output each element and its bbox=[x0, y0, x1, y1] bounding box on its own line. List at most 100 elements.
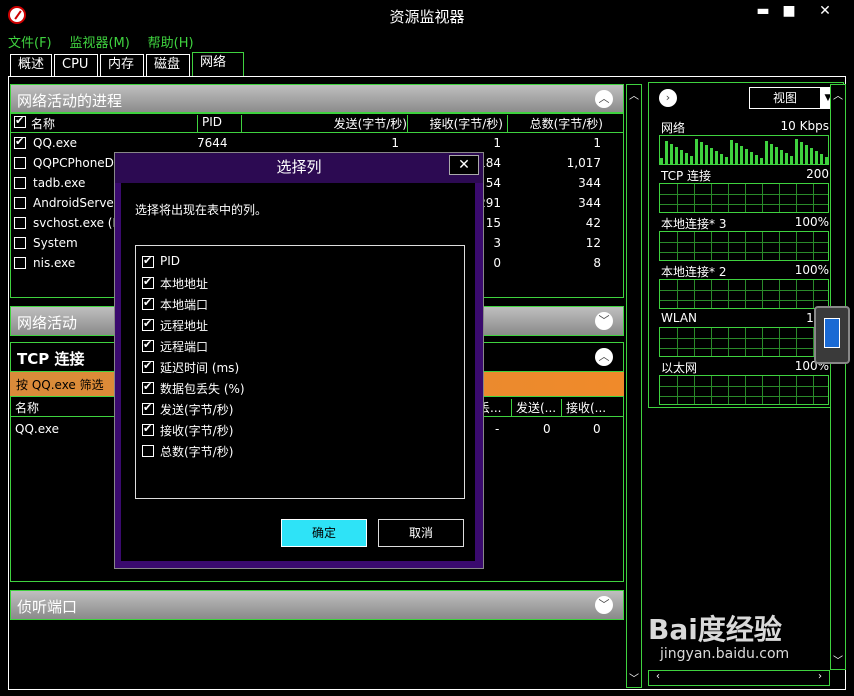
column-option-checkbox[interactable] bbox=[142, 422, 154, 436]
column-option-checkbox[interactable] bbox=[142, 254, 154, 268]
dialog-title: 选择列 bbox=[115, 153, 483, 183]
cancel-button[interactable]: 取消 bbox=[378, 519, 464, 547]
column-option-checkbox[interactable] bbox=[142, 445, 154, 457]
select-all-checkbox[interactable] bbox=[14, 114, 26, 128]
process-total: 344 bbox=[578, 176, 601, 190]
tab-disk[interactable]: 磁盘 bbox=[146, 54, 191, 76]
column-option-label: 接收(字节/秒) bbox=[160, 424, 234, 438]
graph-label: WLAN bbox=[661, 311, 698, 325]
scroll-right-icon[interactable]: › bbox=[813, 671, 827, 682]
processes-columns: 名称 PID 发送(字节/秒) 接收(字节/秒) 总数(字节/秒) bbox=[11, 113, 623, 133]
column-option-label: 数据包丢失 (%) bbox=[160, 382, 245, 396]
column-option-checkbox[interactable] bbox=[142, 359, 154, 373]
col-recv[interactable]: 接收(字节/秒) bbox=[407, 115, 503, 133]
listening-header[interactable]: 侦听端口 ﹀ bbox=[10, 590, 624, 620]
menu-file[interactable]: 文件(F) bbox=[8, 32, 52, 51]
process-total: 42 bbox=[585, 216, 601, 230]
column-option-label: 发送(字节/秒) bbox=[160, 403, 234, 417]
process-row[interactable]: QQ.exe 7644 1 1 1 bbox=[11, 133, 623, 153]
column-option-checkbox[interactable] bbox=[142, 401, 154, 415]
tcp-col-name[interactable]: 名称 bbox=[15, 399, 39, 416]
tcp-col-send[interactable]: 发送(... bbox=[511, 399, 561, 417]
graph-label: 以太网 bbox=[661, 361, 698, 375]
process-checkbox[interactable] bbox=[14, 157, 26, 169]
column-option-label: 总数(字节/秒) bbox=[160, 445, 234, 459]
column-option-label: PID bbox=[160, 254, 181, 268]
column-option-checkbox[interactable] bbox=[142, 275, 154, 289]
column-option-checkbox[interactable] bbox=[142, 338, 154, 352]
processes-header[interactable]: 网络活动的进程 ︿ bbox=[10, 84, 624, 114]
process-total: 344 bbox=[578, 196, 601, 210]
dialog-prompt: 选择将出现在表中的列。 bbox=[135, 203, 268, 217]
menu-monitor[interactable]: 监视器(M) bbox=[69, 32, 129, 51]
graph-item: 网络 10 Kbps bbox=[649, 113, 843, 165]
collapse-icon[interactable]: ︿ bbox=[595, 90, 613, 108]
column-option-label: 远程地址 bbox=[160, 319, 209, 333]
scroll-up-icon[interactable]: ︿ bbox=[831, 87, 845, 102]
scroll-down-icon[interactable]: ﹀ bbox=[831, 652, 845, 667]
dialog-body: 选择将出现在表中的列。 PID 本地地址本地端口远程地址远程端口延迟时间 (ms)… bbox=[121, 183, 475, 561]
tab-network[interactable]: 网络 bbox=[192, 52, 245, 76]
tcp-col-recv[interactable]: 接收(... bbox=[561, 399, 611, 417]
graph-value: 100% bbox=[794, 263, 829, 277]
listening-title: 侦听端口 bbox=[17, 598, 78, 616]
scroll-up-icon[interactable]: ︿ bbox=[627, 87, 641, 102]
expand-icon[interactable]: ﹀ bbox=[595, 596, 613, 614]
process-total: 8 bbox=[593, 256, 601, 270]
baidu-watermark: Bai度经验 jingyan.baidu.com bbox=[648, 604, 828, 664]
graph-label: 网络 bbox=[661, 121, 686, 135]
process-checkbox[interactable] bbox=[14, 257, 26, 269]
tab-memory[interactable]: 内存 bbox=[100, 54, 145, 76]
menu-help[interactable]: 帮助(H) bbox=[148, 32, 194, 51]
main-scrollbar[interactable]: ︿ ﹀ bbox=[626, 84, 642, 688]
view-dropdown[interactable]: 视图 bbox=[749, 87, 821, 109]
process-name: QQ.exe bbox=[33, 136, 77, 150]
col-total[interactable]: 总数(字节/秒) bbox=[507, 115, 603, 133]
tab-overview[interactable]: 概述 bbox=[10, 54, 53, 76]
watermark-brand: Bai度经验 bbox=[648, 613, 782, 646]
ok-button[interactable]: 确定 bbox=[281, 519, 367, 547]
column-option-checkbox[interactable] bbox=[142, 317, 154, 331]
maximize-button[interactable]: ■ bbox=[772, 2, 806, 22]
network-activity-title: 网络活动 bbox=[17, 314, 78, 332]
process-checkbox[interactable] bbox=[14, 237, 26, 249]
horizontal-scrollbar[interactable]: ‹ › bbox=[648, 670, 830, 686]
graph-value: 200 bbox=[806, 167, 829, 181]
watermark-url: jingyan.baidu.com bbox=[660, 646, 790, 662]
graph-canvas bbox=[659, 375, 829, 405]
process-total: 12 bbox=[585, 236, 601, 250]
graph-value: 100% bbox=[794, 215, 829, 229]
dialog-close-button[interactable]: ✕ bbox=[449, 155, 479, 175]
filter-label: 按 QQ.exe 筛选 bbox=[16, 378, 104, 392]
close-button[interactable]: ✕ bbox=[808, 2, 842, 22]
tab-bar: 概述 CPU 内存 磁盘 网络 bbox=[10, 52, 246, 76]
scroll-down-icon[interactable]: ﹀ bbox=[627, 670, 641, 685]
tab-cpu[interactable]: CPU bbox=[54, 54, 99, 76]
process-checkbox[interactable] bbox=[14, 135, 26, 149]
right-scrollbar[interactable]: ︿ ﹀ bbox=[830, 84, 846, 670]
col-send[interactable]: 发送(字节/秒) bbox=[241, 115, 407, 133]
process-recv: 1 bbox=[493, 136, 501, 150]
column-option-checkbox[interactable] bbox=[142, 296, 154, 310]
col-name[interactable]: 名称 bbox=[31, 115, 55, 132]
tcp-row-recv: 0 bbox=[593, 422, 601, 436]
process-total: 1,017 bbox=[566, 156, 601, 170]
expand-icon[interactable]: ﹀ bbox=[595, 312, 613, 330]
process-pid: 7644 bbox=[197, 136, 228, 150]
collapse-icon[interactable]: ︿ bbox=[595, 348, 613, 366]
col-pid[interactable]: PID bbox=[197, 115, 222, 133]
process-checkbox[interactable] bbox=[14, 177, 26, 189]
graph-item: TCP 连接 200 bbox=[649, 161, 843, 213]
process-checkbox[interactable] bbox=[14, 197, 26, 209]
graph-label: TCP 连接 bbox=[661, 169, 712, 183]
tcp-title: TCP 连接 bbox=[17, 350, 85, 368]
scroll-left-icon[interactable]: ‹ bbox=[651, 671, 665, 682]
phone-widget-icon[interactable] bbox=[814, 306, 850, 364]
column-option-checkbox[interactable] bbox=[142, 380, 154, 394]
processes-title: 网络活动的进程 bbox=[17, 92, 123, 110]
expand-right-icon[interactable]: › bbox=[659, 89, 677, 107]
column-option-label: 本地端口 bbox=[160, 298, 209, 312]
process-total: 1 bbox=[593, 136, 601, 150]
process-checkbox[interactable] bbox=[14, 217, 26, 229]
tcp-row-loss: - bbox=[495, 422, 500, 436]
